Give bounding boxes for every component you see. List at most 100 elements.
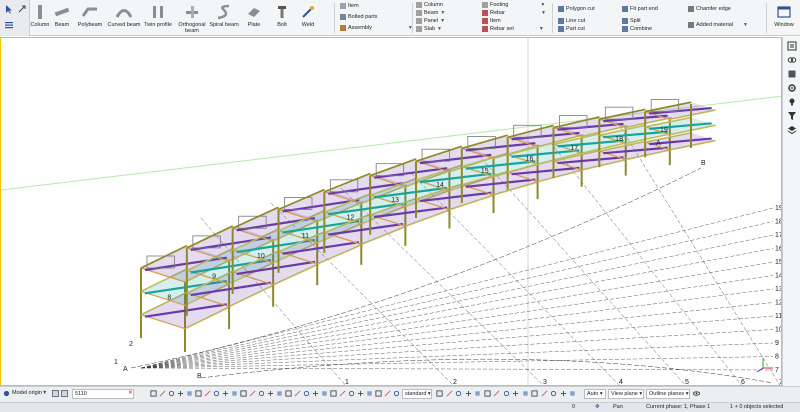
- view-tool-18-icon[interactable]: [303, 390, 310, 397]
- origin-label[interactable]: Model origin: [12, 390, 42, 396]
- light-icon[interactable]: [787, 97, 797, 107]
- part-cut-tool[interactable]: Part cut: [558, 26, 585, 32]
- snap-tool-2-icon[interactable]: [446, 390, 453, 397]
- view-tool-3-icon[interactable]: [168, 390, 175, 397]
- snap-tool-8-icon[interactable]: [503, 390, 510, 397]
- chevron-down-icon[interactable]: ▼: [541, 10, 546, 16]
- menu-icon[interactable]: [4, 20, 14, 30]
- clear-icon[interactable]: ✕: [128, 390, 133, 396]
- orthogonal-beam-button[interactable]: Orthogonal beam: [177, 2, 207, 34]
- view-tool-23-icon[interactable]: [348, 390, 355, 397]
- view-tool-17-icon[interactable]: [294, 390, 301, 397]
- snap-tool-12-icon[interactable]: [541, 390, 548, 397]
- model-view[interactable]: 19 18 17 16 15 14 13 12 11 10 9 8 7 1 2 3 4 5 6 7 1 2 8 9 10 11 12…: [0, 37, 782, 386]
- view-tool-26-icon[interactable]: [375, 390, 382, 397]
- view-tool-20-icon[interactable]: [321, 390, 328, 397]
- view-tool-8-icon[interactable]: [213, 390, 220, 397]
- view-tool-14-icon[interactable]: [267, 390, 274, 397]
- view-tool-5-icon[interactable]: [186, 390, 193, 397]
- chamfer-edge-tool[interactable]: Chamfer edge: [688, 6, 731, 12]
- added-material-tool[interactable]: Added material ▼: [688, 22, 748, 28]
- snap-tool-3-icon[interactable]: [455, 390, 462, 397]
- item-tool[interactable]: Item: [340, 3, 359, 9]
- view-plane-select[interactable]: View plane ▾: [608, 389, 644, 399]
- view-tool-11-icon[interactable]: [240, 390, 247, 397]
- snap-tool-15-icon[interactable]: [569, 390, 576, 397]
- concrete-column-tool[interactable]: Column: [416, 2, 443, 8]
- model-3d-canvas[interactable]: 191817161514131211109871 2 3 4 5 6 71289101112…: [1, 38, 782, 386]
- window-button[interactable]: Window: [769, 2, 799, 28]
- view-tool-16-icon[interactable]: [285, 390, 292, 397]
- link-icon[interactable]: [787, 55, 797, 65]
- slab-tool[interactable]: Slab ▼: [416, 26, 442, 32]
- spiral-beam-button[interactable]: Spiral beam: [209, 2, 239, 28]
- snap-tool-10-icon[interactable]: [522, 390, 529, 397]
- split-tool[interactable]: Split: [622, 18, 641, 24]
- polybeam-button[interactable]: Polybeam: [75, 2, 105, 28]
- rebar-tool[interactable]: Rebar ▼: [482, 10, 546, 16]
- chevron-down-icon[interactable]: ▼: [437, 26, 442, 32]
- combine-tool[interactable]: Combine: [622, 26, 652, 32]
- fit-part-end-tool[interactable]: Fit part end: [622, 6, 658, 12]
- view-tool-19-icon[interactable]: [312, 390, 319, 397]
- view-tool-1-icon[interactable]: [150, 390, 157, 397]
- footing-tool[interactable]: Footing ▼: [482, 2, 545, 8]
- view-tool-2-icon[interactable]: [159, 390, 166, 397]
- chevron-down-icon[interactable]: ▼: [440, 18, 445, 24]
- rebar-set-tool[interactable]: Rebar set ▼: [482, 26, 544, 32]
- snap-tool-11-icon[interactable]: [531, 390, 538, 397]
- snap-tool-14-icon[interactable]: [560, 390, 567, 397]
- line-cut-tool[interactable]: Line cut: [558, 18, 585, 24]
- bolted-parts-tool[interactable]: Bolted parts: [340, 14, 377, 20]
- snap-tool-13-icon[interactable]: [550, 390, 557, 397]
- snap-tool-7-icon[interactable]: [493, 390, 500, 397]
- snap-tool-9-icon[interactable]: [512, 390, 519, 397]
- curved-beam-button[interactable]: Curved beam: [107, 2, 141, 28]
- assembly-tool[interactable]: Assembly ▼: [340, 25, 413, 31]
- gear-icon[interactable]: [787, 83, 797, 93]
- concrete-beam-tool[interactable]: Beam ▼: [416, 10, 445, 16]
- grid-toggle-icon[interactable]: [52, 390, 59, 397]
- catalog-icon[interactable]: [787, 69, 797, 79]
- snap-tool-5-icon[interactable]: [474, 390, 481, 397]
- outline-planes-select[interactable]: Outline planes ▾: [646, 389, 690, 399]
- view-tool-7-icon[interactable]: [204, 390, 211, 397]
- view-tool-9-icon[interactable]: [222, 390, 229, 397]
- snap-tool-1-icon[interactable]: [436, 390, 443, 397]
- eye-icon[interactable]: [693, 390, 700, 397]
- layers-icon[interactable]: [787, 125, 797, 135]
- rebar-item-tool[interactable]: Item: [482, 18, 501, 24]
- chevron-down-icon[interactable]: ▼: [440, 10, 445, 16]
- filter-icon[interactable]: [787, 111, 797, 121]
- chevron-down-icon[interactable]: ▼: [743, 22, 748, 28]
- select-arrow-icon[interactable]: [4, 4, 14, 14]
- command-search-input[interactable]: 5110: [72, 389, 134, 399]
- view-tool-10-icon[interactable]: [231, 390, 238, 397]
- view-tool-27-icon[interactable]: [384, 390, 391, 397]
- view-tool-28-icon[interactable]: [393, 390, 400, 397]
- view-tool-13-icon[interactable]: [258, 390, 265, 397]
- view-tool-25-icon[interactable]: [366, 390, 373, 397]
- chevron-down-icon[interactable]: ▼: [539, 26, 544, 32]
- view-tool-15-icon[interactable]: [276, 390, 283, 397]
- weld-button[interactable]: Weld: [293, 2, 323, 28]
- panel-tool[interactable]: Panel ▼: [416, 18, 445, 24]
- twin-profile-button[interactable]: Twin profile: [143, 2, 173, 28]
- view-tool-22-icon[interactable]: [339, 390, 346, 397]
- plate-button[interactable]: Plate: [239, 2, 269, 28]
- view-name-select[interactable]: standard ▾: [402, 389, 432, 399]
- view-tool-4-icon[interactable]: [177, 390, 184, 397]
- properties-icon[interactable]: [787, 41, 797, 51]
- beam-button[interactable]: Beam: [47, 2, 77, 28]
- view-tool-12-icon[interactable]: [249, 390, 256, 397]
- snap-tool-6-icon[interactable]: [483, 390, 491, 397]
- auto-select[interactable]: Auto ▾: [584, 389, 606, 399]
- snap-toggle-icon[interactable]: [61, 390, 68, 397]
- view-tool-21-icon[interactable]: [330, 390, 337, 397]
- origin-icon[interactable]: [3, 390, 10, 397]
- polygon-cut-tool[interactable]: Polygon cut: [558, 6, 595, 12]
- chevron-down-icon[interactable]: ▼: [540, 2, 545, 8]
- status-phase[interactable]: Current phase: 1, Phase 1: [646, 404, 710, 410]
- chevron-down-icon[interactable]: ▼: [42, 390, 47, 396]
- view-tool-24-icon[interactable]: [357, 390, 364, 397]
